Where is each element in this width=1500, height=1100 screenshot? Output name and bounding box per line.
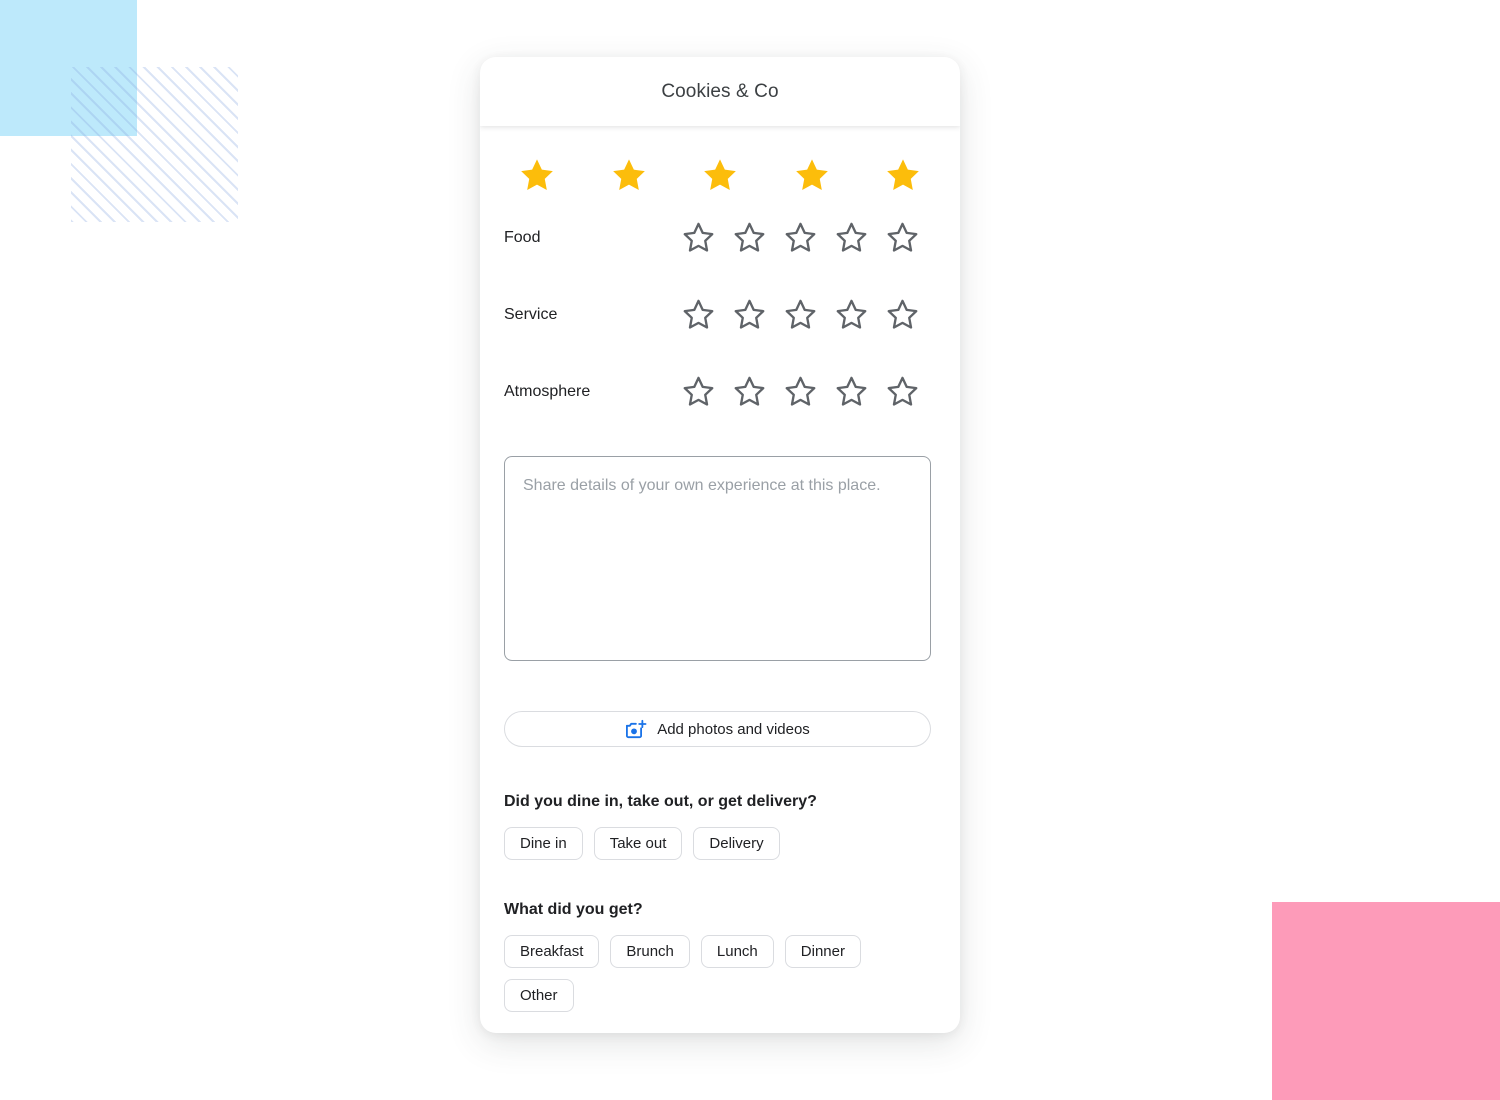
chip-row-meal-type: Breakfast Brunch Lunch Dinner Other [504, 935, 936, 1012]
decorative-pink-rectangle [1272, 902, 1500, 1100]
overall-star-1[interactable] [518, 156, 556, 194]
review-input-wrapper [504, 456, 936, 666]
question-prompt-meal-type: What did you get? [504, 901, 643, 918]
review-card: Cookies & Co Food Service Atmosphere Sha… [480, 57, 960, 1033]
food-star-3[interactable] [784, 221, 817, 254]
chip-delivery[interactable]: Delivery [693, 827, 780, 860]
chip-take-out[interactable]: Take out [593, 827, 683, 860]
add-photos-videos-label: Add photos and videos [657, 720, 810, 738]
food-star-2[interactable] [733, 221, 766, 254]
chip-row-dining-mode: Dine in Take out Delivery [504, 827, 936, 860]
overall-star-2[interactable] [610, 156, 648, 194]
rating-stars-service[interactable] [682, 298, 919, 331]
decorative-striped-square [71, 67, 238, 222]
rating-stars-food[interactable] [682, 221, 919, 254]
chip-dinner[interactable]: Dinner [784, 935, 861, 968]
rating-row: Food [504, 199, 936, 276]
chip-lunch[interactable]: Lunch [700, 935, 774, 968]
chip-dine-in[interactable]: Dine in [504, 827, 583, 860]
atmosphere-star-3[interactable] [784, 375, 817, 408]
question-group-meal-type: What did you get? Breakfast Brunch Lunch Di… [504, 901, 936, 1012]
rating-label-service: Service [504, 305, 558, 323]
rating-label-food: Food [504, 228, 541, 246]
overall-rating-stars[interactable] [504, 126, 936, 199]
rating-row: Service [504, 276, 936, 353]
card-header: Cookies & Co [480, 57, 960, 126]
chip-other[interactable]: Other [504, 979, 574, 1012]
chip-brunch[interactable]: Brunch [610, 935, 690, 968]
service-star-1[interactable] [682, 298, 715, 331]
atmosphere-star-5[interactable] [886, 375, 919, 408]
rating-stars-atmosphere[interactable] [682, 375, 919, 408]
chip-breakfast[interactable]: Breakfast [504, 935, 600, 968]
atmosphere-star-4[interactable] [835, 375, 868, 408]
service-star-3[interactable] [784, 298, 817, 331]
rating-row: Atmosphere [504, 353, 936, 430]
question-group-dining-mode: Did you dine in, take out, or get delive… [504, 793, 936, 860]
category-ratings: Food Service Atmosphere [504, 199, 936, 430]
camera-plus-icon [625, 719, 647, 739]
service-star-5[interactable] [886, 298, 919, 331]
rating-label-atmosphere: Atmosphere [504, 382, 591, 400]
add-photos-videos-button[interactable]: Add photos and videos [504, 711, 931, 747]
card-body: Food Service Atmosphere Share details of… [480, 126, 960, 1012]
page-canvas: Cookies & Co Food Service Atmosphere Sha… [0, 0, 1500, 1100]
food-star-1[interactable] [682, 221, 715, 254]
service-star-4[interactable] [835, 298, 868, 331]
food-star-4[interactable] [835, 221, 868, 254]
atmosphere-star-1[interactable] [682, 375, 715, 408]
service-star-2[interactable] [733, 298, 766, 331]
atmosphere-star-2[interactable] [733, 375, 766, 408]
food-star-5[interactable] [886, 221, 919, 254]
overall-star-5[interactable] [884, 156, 922, 194]
page-title: Cookies & Co [661, 80, 779, 102]
overall-star-4[interactable] [793, 156, 831, 194]
question-prompt-dining-mode: Did you dine in, take out, or get delive… [504, 793, 817, 810]
overall-star-3[interactable] [701, 156, 739, 194]
review-text-input[interactable] [504, 456, 931, 661]
